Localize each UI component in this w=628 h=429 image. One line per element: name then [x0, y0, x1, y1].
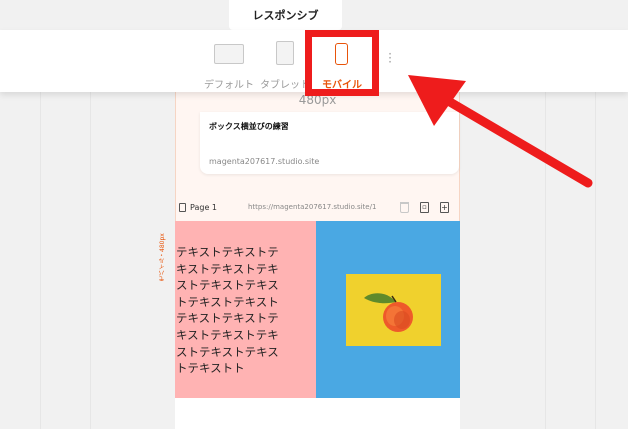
annotation-arrow — [408, 75, 593, 188]
